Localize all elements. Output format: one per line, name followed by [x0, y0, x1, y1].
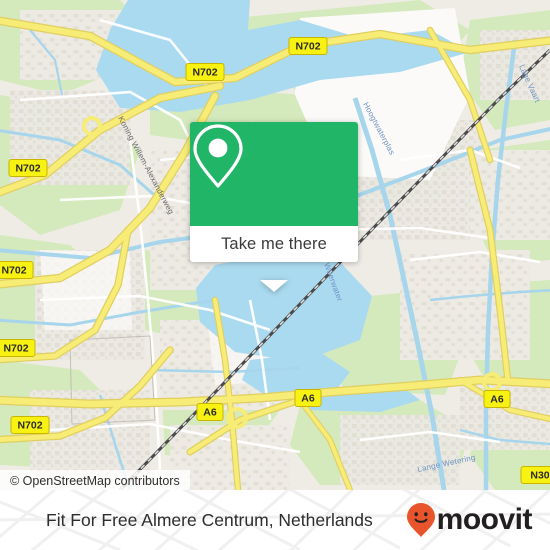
highway-shield: N702 [0, 261, 34, 279]
callout-header [190, 122, 358, 226]
map-canvas[interactable]: Koning Willem-Alexanderweg Hoogtwaterplas… [0, 0, 550, 490]
highway-shield: N702 [10, 416, 50, 434]
svg-text:A6: A6 [490, 394, 504, 406]
location-callout-card[interactable]: Take me there [190, 122, 358, 292]
moovit-map-screenshot: Koning Willem-Alexanderweg Hoogtwaterplas… [0, 0, 550, 550]
highway-shield: N702 [288, 37, 328, 55]
moovit-pin-smile-icon [406, 503, 435, 537]
map-attribution[interactable]: © OpenStreetMap contributors [0, 470, 190, 490]
highway-shield: A6 [483, 390, 511, 408]
highway-shield: N702 [8, 159, 48, 177]
take-me-there-label: Take me there [221, 234, 327, 253]
moovit-logo[interactable]: moovit [406, 502, 533, 538]
highway-shield: N702 [0, 339, 36, 357]
highway-shield: A6 [294, 389, 322, 407]
moovit-wordmark: moovit [436, 503, 533, 536]
highway-shield: N30 [520, 466, 550, 484]
callout-action[interactable]: Take me there [190, 226, 358, 262]
footer-bar: Fit For Free Almere Centrum, Netherlands… [0, 490, 550, 550]
svg-text:N702: N702 [3, 343, 28, 355]
svg-text:A6: A6 [301, 393, 315, 405]
svg-text:N702: N702 [192, 67, 217, 79]
highway-shield: A6 [196, 403, 224, 421]
attribution-text: © OpenStreetMap contributors [10, 473, 180, 488]
svg-text:N702: N702 [1, 265, 26, 277]
svg-text:N702: N702 [15, 163, 40, 175]
page-title: Fit For Free Almere Centrum, Netherlands [46, 509, 373, 530]
svg-text:A6: A6 [203, 407, 217, 419]
callout-tail [260, 280, 288, 292]
svg-text:N30: N30 [530, 470, 549, 482]
highway-shield: N702 [185, 63, 225, 81]
svg-text:N702: N702 [17, 420, 42, 432]
svg-text:N702: N702 [295, 41, 320, 53]
map-pin-icon [193, 124, 243, 188]
